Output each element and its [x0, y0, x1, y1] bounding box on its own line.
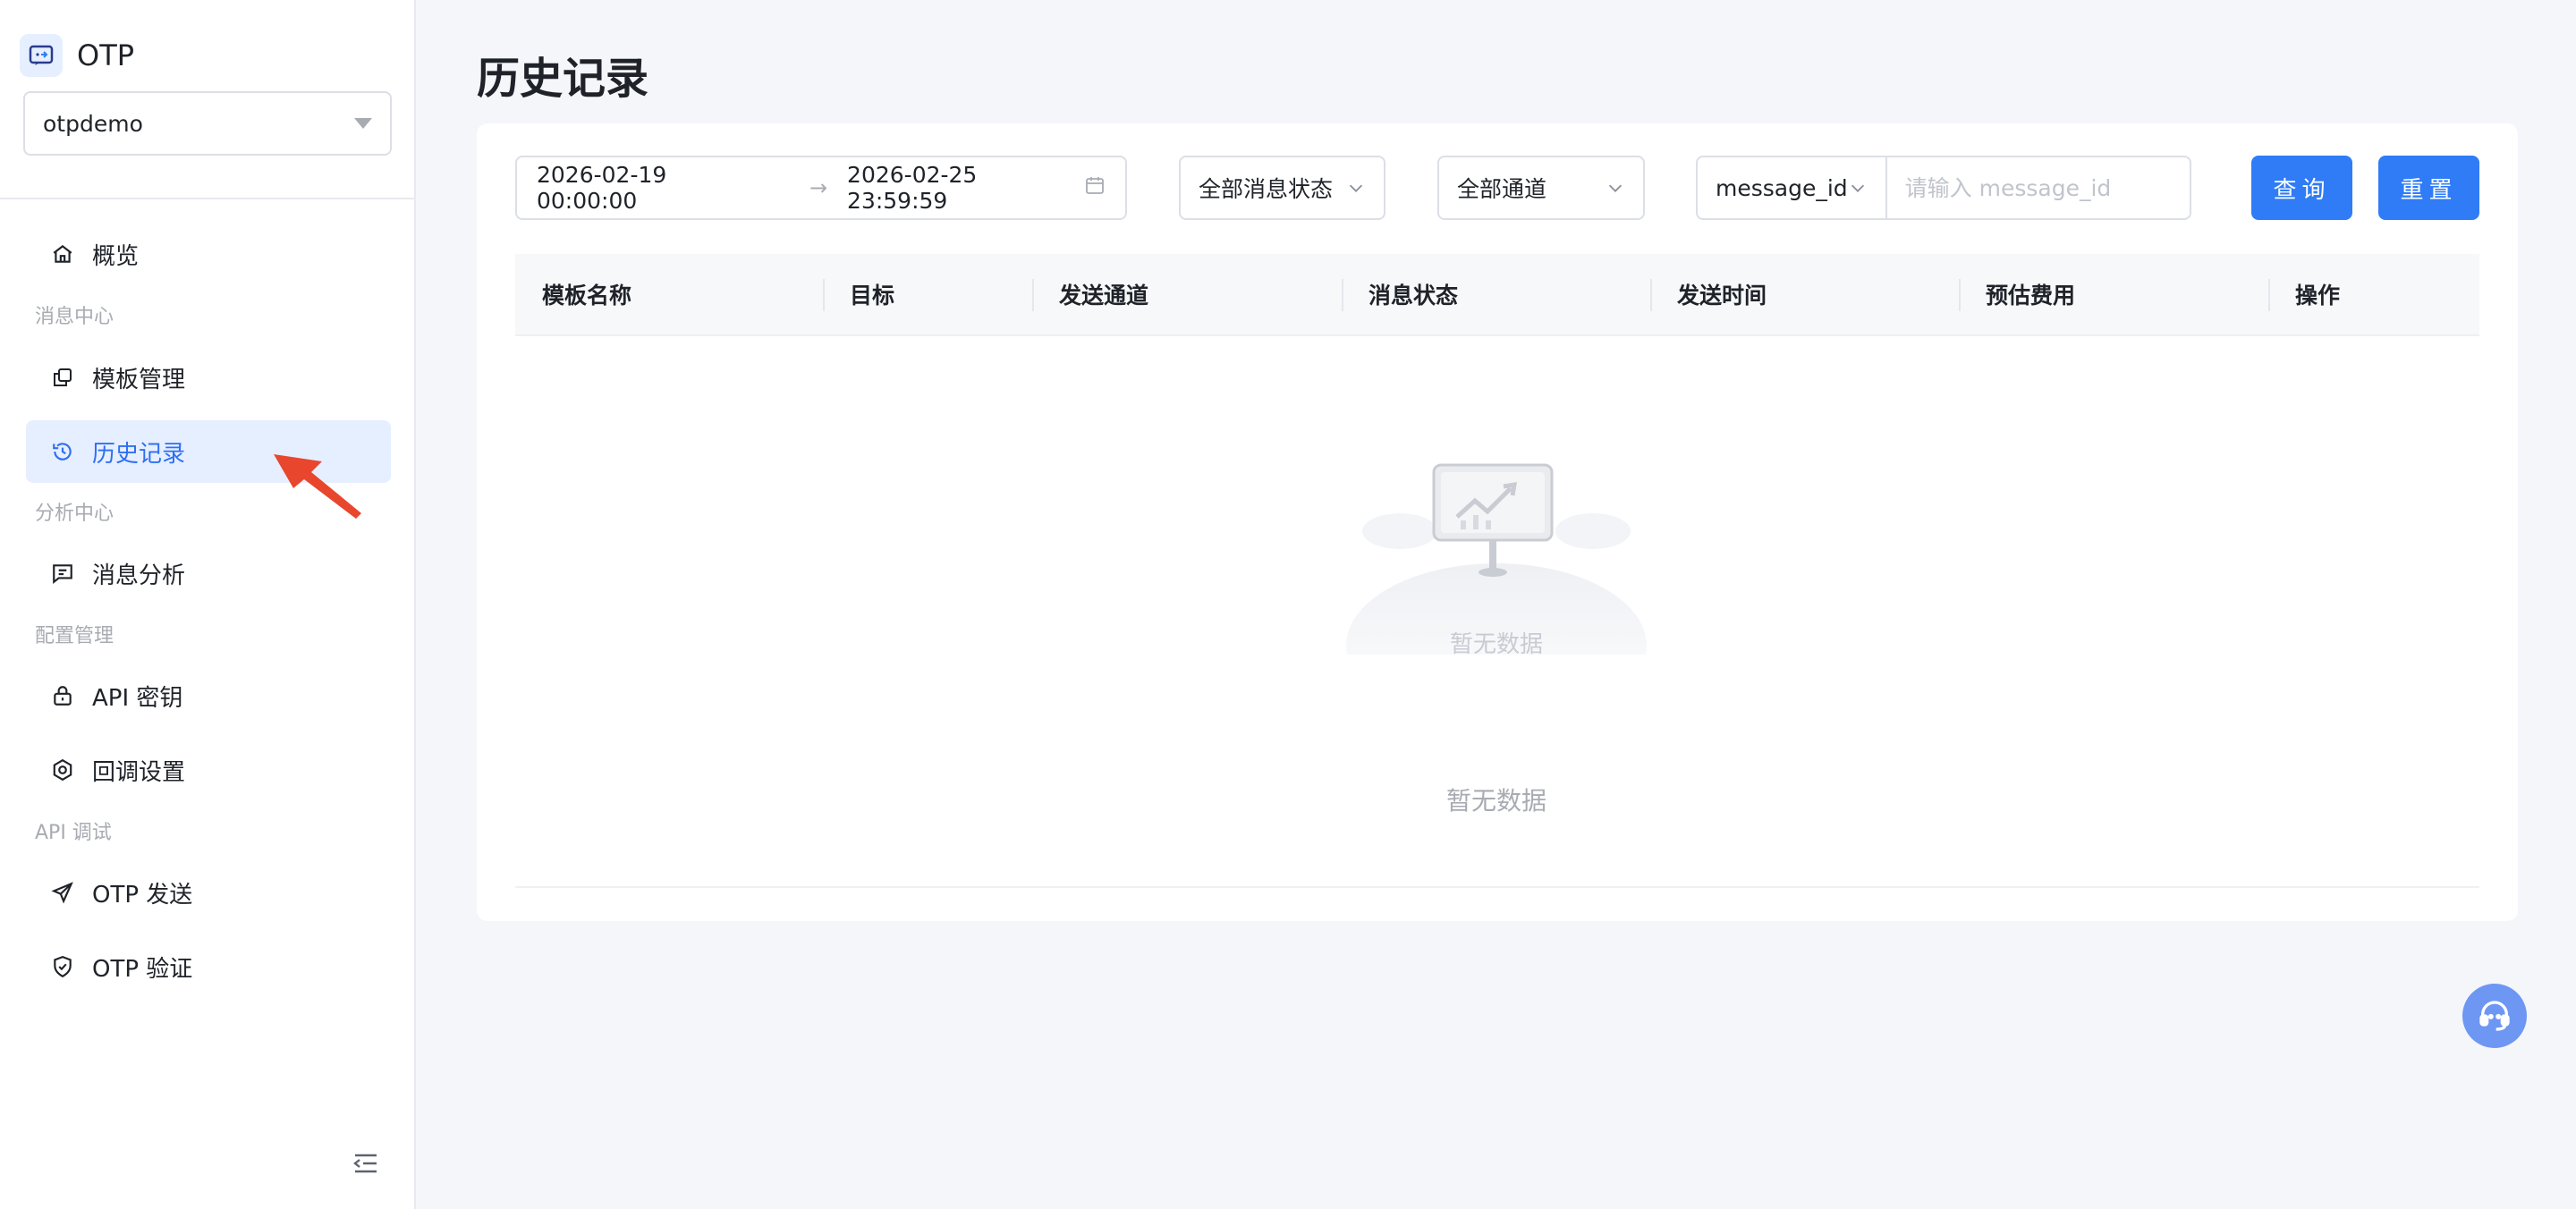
send-icon [49, 879, 76, 906]
empty-illustration-caption: 暂无数据 [1449, 631, 1543, 658]
headset-icon [2479, 1001, 2510, 1031]
collapse-sidebar-icon[interactable] [352, 1152, 379, 1175]
sidebar-item-label: OTP 发送 [92, 881, 193, 909]
empty-state-text: 暂无数据 [1445, 786, 1546, 816]
project-select-value: otpdemo [43, 110, 143, 137]
sidebar-item-label: 回调设置 [92, 758, 186, 786]
sidebar-item-label: API 密钥 [92, 684, 183, 712]
annotation-arrow-icon [274, 454, 361, 519]
sidebar-item-label: 历史记录 [92, 440, 186, 468]
sidebar-divider [0, 198, 416, 199]
column-divider [1959, 279, 1961, 311]
id-type-select[interactable]: message_id [1698, 157, 1887, 218]
calendar-icon [1084, 174, 1106, 201]
project-select[interactable]: otpdemo [23, 91, 392, 156]
chevron-down-icon [1851, 184, 1864, 192]
table-header: 模板名称 目标 发送通道 消息状态 发送时间 预估费用 操作 [515, 254, 2479, 336]
status-select-value: 全部消息状态 [1199, 176, 1334, 202]
home-icon [49, 241, 76, 267]
column-divider [1032, 279, 1034, 311]
chevron-down-icon [1608, 184, 1623, 192]
sidebar-item-label: OTP 验证 [92, 955, 193, 983]
date-range-separator: → [809, 175, 828, 200]
status-select[interactable]: 全部消息状态 [1179, 156, 1385, 220]
group-label-api-debug: API 调试 [35, 822, 112, 844]
reset-button[interactable]: 重置 [2378, 156, 2479, 220]
message-square-icon [49, 560, 76, 587]
column-header: 操作 [2295, 283, 2341, 309]
sidebar-item-label: 消息分析 [92, 562, 186, 589]
sidebar-item-templates[interactable]: 模板管理 [26, 346, 391, 409]
column-divider [823, 279, 825, 311]
column-divider [1342, 279, 1343, 311]
column-header: 发送时间 [1677, 283, 1767, 309]
shield-check-icon [49, 953, 76, 980]
date-start[interactable]: 2026-02-19 00:00:00 [537, 162, 774, 214]
sidebar-item-overview[interactable]: 概览 [26, 223, 391, 285]
group-label-analysis-center: 分析中心 [35, 503, 114, 525]
sidebar: OTP otpdemo 概览 消息中心 模板管理 历史记录 分析中心 消息分析 … [0, 0, 416, 1209]
empty-data-illustration-icon [1346, 463, 1647, 655]
id-type-value: message_id [1716, 174, 1848, 201]
channel-select-value: 全部通道 [1457, 176, 1547, 202]
sidebar-item-otp-verify[interactable]: OTP 验证 [26, 935, 391, 998]
settings-icon [49, 757, 76, 783]
brand[interactable]: OTP [20, 34, 134, 77]
group-label-config: 配置管理 [35, 625, 114, 647]
id-search-group: message_id [1696, 156, 2207, 220]
column-header: 消息状态 [1368, 283, 1459, 309]
copy-icon [49, 364, 76, 391]
sidebar-item-label: 概览 [92, 242, 140, 270]
column-header: 预估费用 [1986, 283, 2076, 309]
column-header: 模板名称 [542, 283, 632, 309]
group-label-message-center: 消息中心 [35, 306, 114, 328]
date-range-picker[interactable]: 2026-02-19 00:00:00 → 2026-02-25 23:59:5… [515, 156, 1127, 220]
lock-icon [49, 682, 76, 709]
page-title: 历史记录 [477, 54, 649, 104]
message-id-input[interactable] [1886, 157, 2207, 218]
sidebar-item-otp-send[interactable]: OTP 发送 [26, 861, 391, 924]
chevron-down-icon [1349, 184, 1363, 192]
column-divider [1650, 279, 1652, 311]
column-divider [2268, 279, 2270, 311]
customer-support-button[interactable] [2462, 984, 2527, 1048]
column-header: 目标 [850, 283, 895, 309]
otp-logo-icon [20, 34, 63, 77]
sidebar-item-api-key[interactable]: API 密钥 [26, 664, 391, 727]
sidebar-item-label: 模板管理 [92, 366, 186, 393]
channel-select[interactable]: 全部通道 [1437, 156, 1645, 220]
sidebar-item-callback[interactable]: 回调设置 [26, 739, 391, 801]
date-end[interactable]: 2026-02-25 23:59:59 [847, 162, 1084, 214]
history-icon [49, 438, 76, 465]
brand-name: OTP [77, 38, 135, 72]
sidebar-item-message-analysis[interactable]: 消息分析 [26, 542, 391, 604]
column-header: 发送通道 [1059, 283, 1149, 309]
query-button[interactable]: 查询 [2251, 156, 2352, 220]
caret-down-icon [354, 118, 372, 129]
table-bottom-border [515, 886, 2479, 888]
